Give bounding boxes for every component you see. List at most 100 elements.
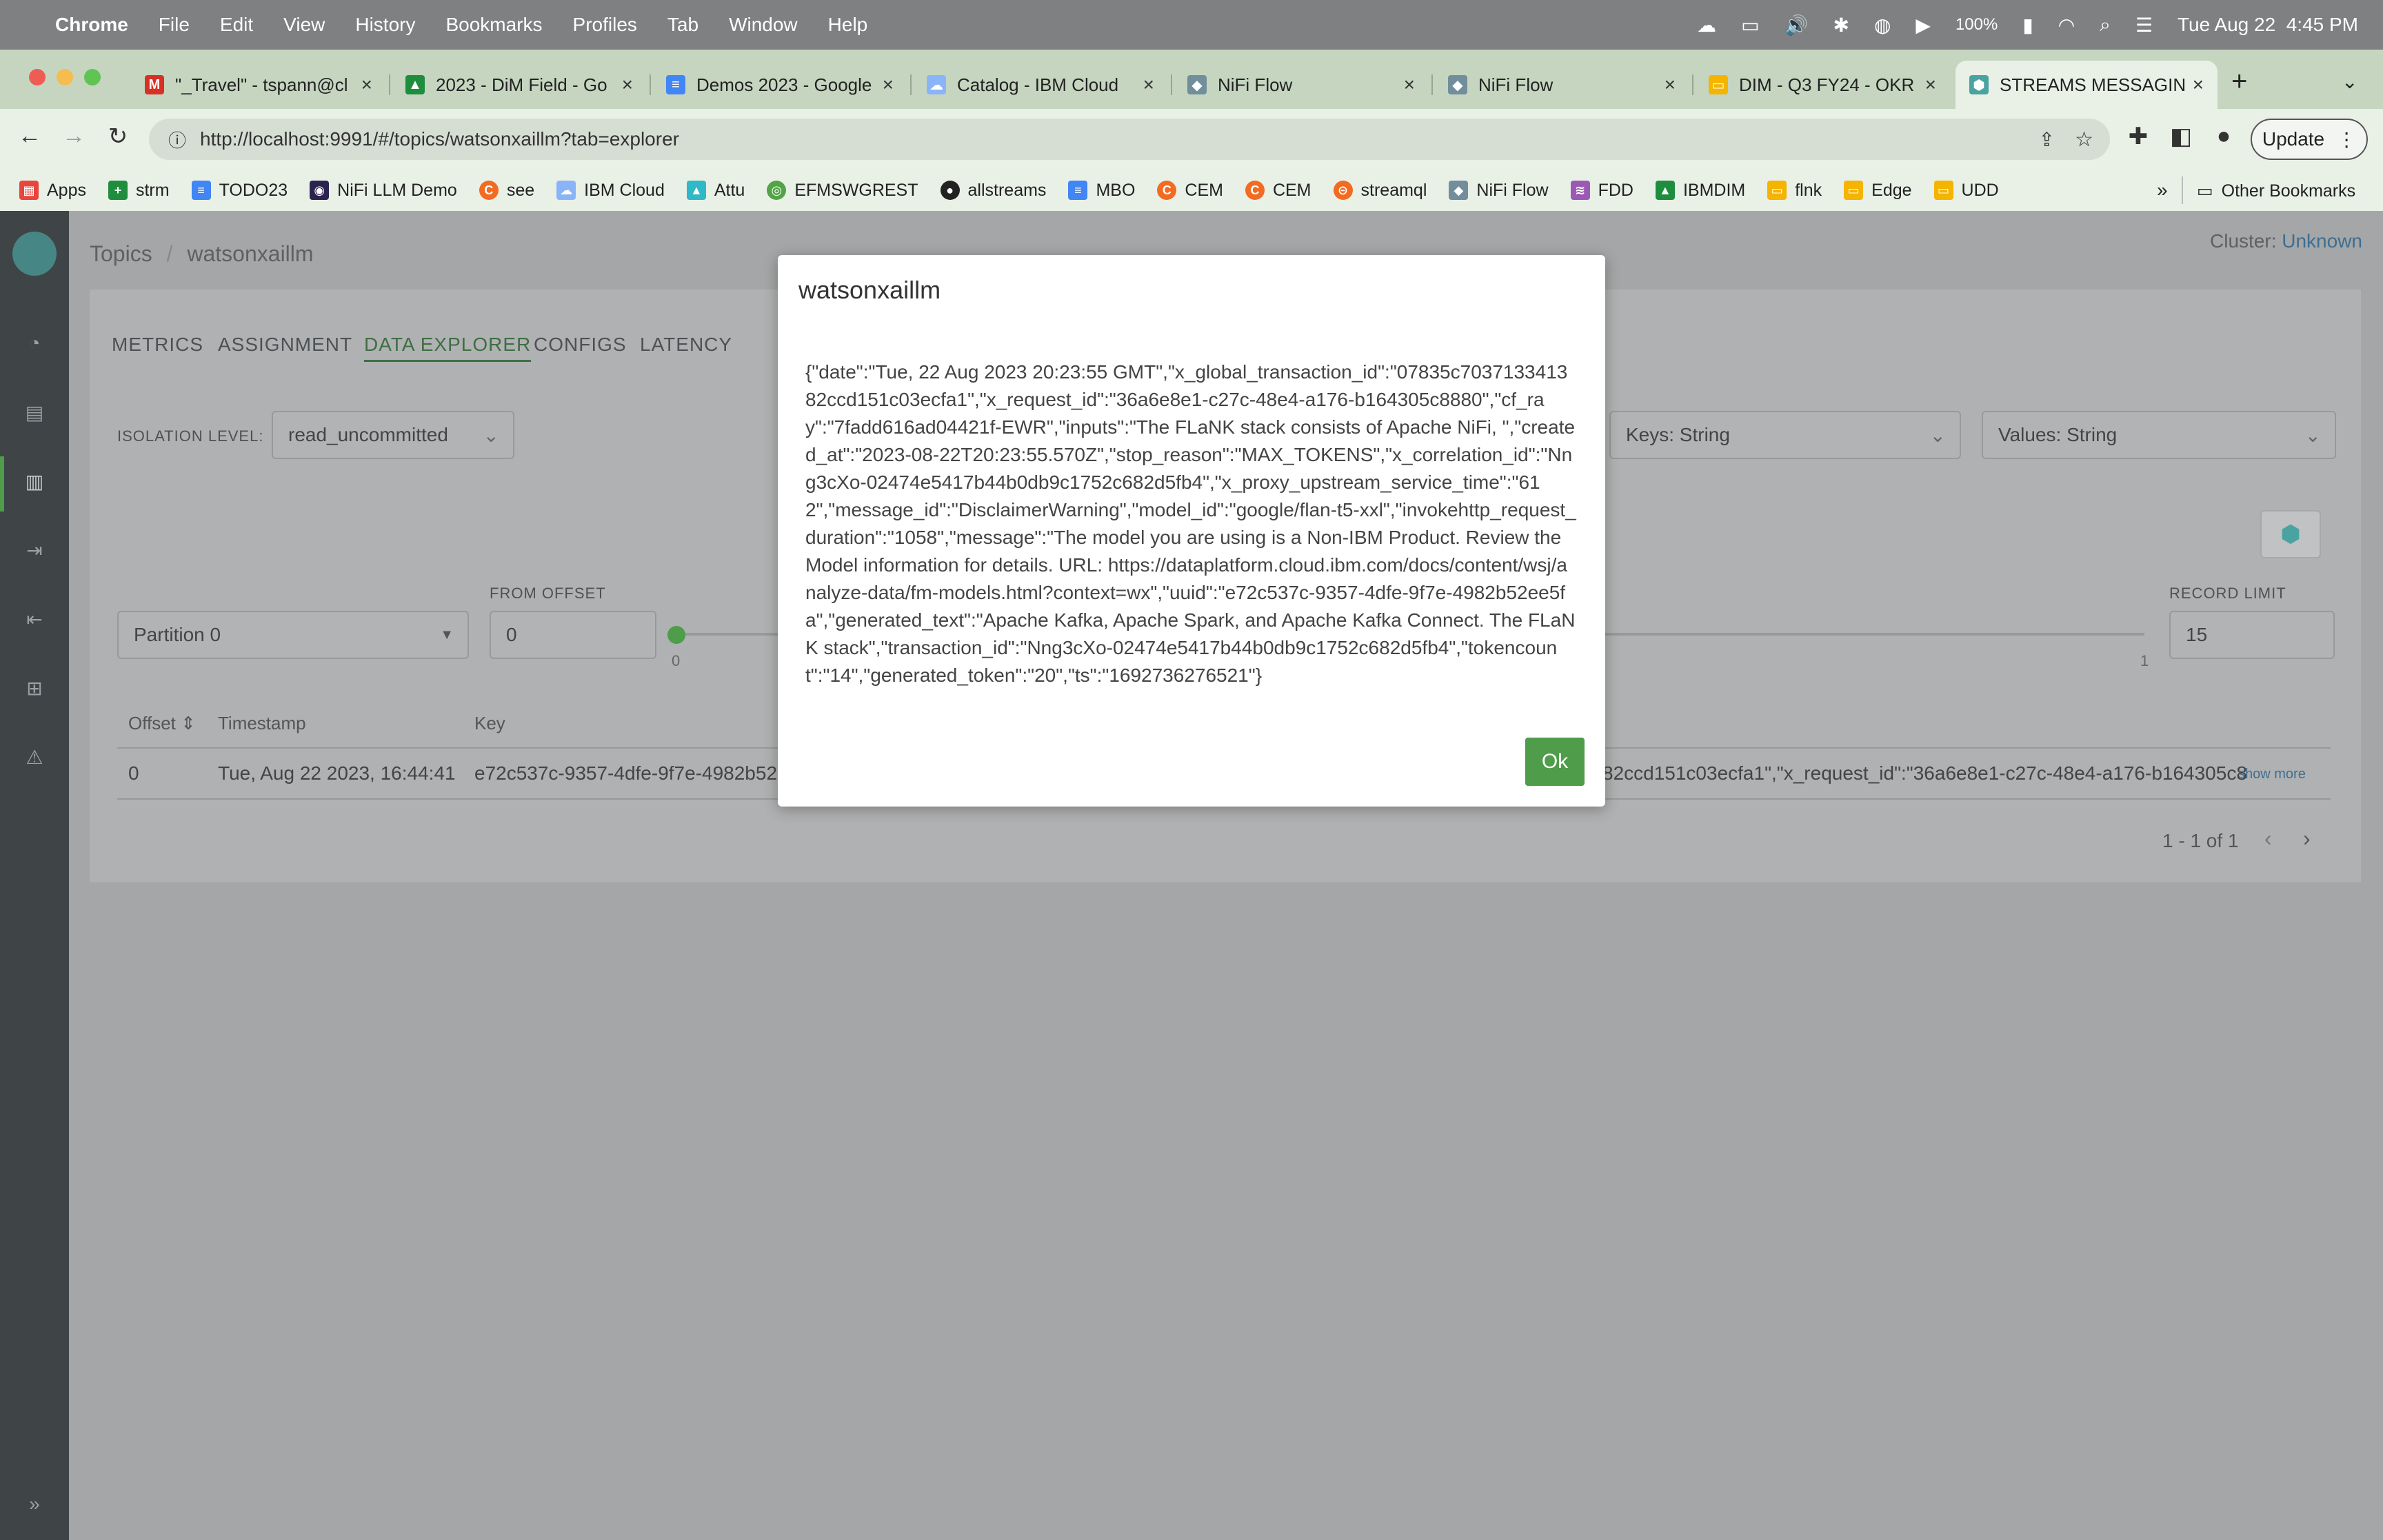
prev-page-icon[interactable]: ‹ — [2264, 826, 2272, 851]
close-tab-icon[interactable]: × — [2193, 74, 2204, 96]
bookmarks-overflow-chevron[interactable]: » — [2157, 179, 2168, 201]
bookmark-item[interactable]: ◉ NiFi LLM Demo — [310, 181, 457, 201]
extensions-icon[interactable]: ✚ — [2121, 123, 2155, 150]
tab-latency[interactable]: LATENCY — [640, 334, 732, 356]
bookmark-item[interactable]: Csee — [479, 181, 534, 201]
weather-icon[interactable]: ☁ — [1697, 14, 1716, 37]
site-info-icon[interactable]: ⓘ — [168, 127, 186, 152]
volume-icon[interactable]: 🔊 — [1784, 14, 1809, 37]
alerts-icon[interactable]: ⚠ — [21, 746, 48, 773]
new-tab-icon[interactable]: + — [2231, 66, 2247, 97]
next-page-icon[interactable]: › — [2303, 826, 2311, 851]
record-limit-input[interactable]: 15 — [2169, 611, 2335, 659]
bookmark-item[interactable]: ▲ Attu — [686, 181, 745, 201]
breadcrumb-topics-link[interactable]: Topics — [90, 241, 152, 266]
overview-icon[interactable]: ▤ — [21, 401, 48, 429]
bookmark-item[interactable]: + strm — [108, 181, 170, 201]
show-more-link[interactable]: show more — [2238, 767, 2306, 782]
bookmark-item[interactable]: ☁ IBM Cloud — [556, 181, 665, 201]
tab-search-chevron-icon[interactable]: ⌄ — [2342, 70, 2357, 93]
play-icon[interactable]: ▶ — [1916, 14, 1931, 37]
tab-data-explorer[interactable]: DATA EXPLORER — [364, 334, 532, 362]
menu-history[interactable]: History — [355, 14, 415, 36]
keys-deserializer-select[interactable]: Keys: String ⌄ — [1609, 411, 1961, 459]
bookmark-item[interactable]: ▭ flnk — [1767, 181, 1822, 201]
partition-select[interactable]: Partition 0 ▼ — [117, 611, 469, 659]
menu-file[interactable]: File — [159, 14, 190, 36]
menu-edit[interactable]: Edit — [220, 14, 253, 36]
globe-icon[interactable]: ◍ — [1874, 14, 1891, 37]
browser-tab[interactable]: ☁ Catalog - IBM Cloud × — [913, 61, 1168, 109]
close-tab-icon[interactable]: × — [1404, 74, 1415, 96]
values-deserializer-select[interactable]: Values: String ⌄ — [1982, 411, 2336, 459]
menu-bookmarks[interactable]: Bookmarks — [445, 14, 542, 36]
close-tab-icon[interactable]: × — [622, 74, 633, 96]
menu-window[interactable]: Window — [729, 14, 798, 36]
control-center-icon[interactable]: ☰ — [2135, 14, 2153, 37]
bookmark-item[interactable]: ≋ FDD — [1570, 181, 1633, 201]
bookmark-item[interactable]: ● allstreams — [940, 181, 1046, 201]
cluster-value-link[interactable]: Unknown — [2282, 230, 2362, 252]
bookmark-item[interactable]: ◆ NiFi Flow — [1449, 181, 1549, 201]
smm-logo-icon[interactable] — [12, 232, 57, 276]
other-bookmarks[interactable]: ▭ Other Bookmarks — [2197, 181, 2355, 201]
offset-slider-handle[interactable] — [667, 626, 685, 644]
browser-tab[interactable]: ▲ 2023 - DiM Field - Go × — [392, 61, 647, 109]
tab-configs[interactable]: CONFIGS — [534, 334, 627, 356]
menu-view[interactable]: View — [283, 14, 325, 36]
browser-tab[interactable]: ≡ Demos 2023 - Google × — [652, 61, 907, 109]
update-button[interactable]: Update ⋮ — [2251, 119, 2368, 160]
bookmark-item[interactable]: ▭ Edge — [1844, 181, 1912, 201]
address-bar[interactable]: ⓘ http://localhost:9991/#/topics/watsonx… — [149, 119, 2110, 160]
bookmark-item[interactable]: ▲ IBMDIM — [1655, 181, 1745, 201]
minimize-window-icon[interactable] — [57, 69, 73, 85]
close-window-icon[interactable] — [29, 69, 46, 85]
browser-tab-active[interactable]: ⬢ STREAMS MESSAGING × — [1955, 61, 2218, 109]
close-tab-icon[interactable]: × — [1665, 74, 1676, 96]
column-offset[interactable]: Offset ⇕ — [128, 713, 196, 734]
bookmark-item[interactable]: ◎ EFMSWGREST — [767, 181, 918, 201]
more-menu-icon[interactable]: ⋮ — [2337, 128, 2356, 151]
menubar-clock[interactable]: Tue Aug 22 4:45 PM — [2178, 14, 2358, 36]
browser-tab[interactable]: ◆ NiFi Flow × — [1174, 61, 1429, 109]
schema-registry-icon[interactable]: ⊞ — [21, 677, 48, 705]
display-icon[interactable]: ▭ — [1741, 14, 1759, 37]
from-offset-input[interactable]: 0 — [490, 611, 656, 659]
browser-tab[interactable]: ◆ NiFi Flow × — [1434, 61, 1689, 109]
reload-icon[interactable]: ↻ — [101, 123, 135, 150]
menu-app-chrome[interactable]: Chrome — [55, 14, 128, 36]
bookmark-item[interactable]: ≡ MBO — [1068, 181, 1135, 201]
bookmark-item[interactable]: ≡ TODO23 — [191, 181, 288, 201]
menu-tab[interactable]: Tab — [667, 14, 698, 36]
dashboard-icon[interactable]: ◔ — [21, 332, 48, 360]
spotlight-search-icon[interactable]: ⌕ — [2100, 14, 2111, 37]
tab-metrics[interactable]: METRICS — [112, 334, 203, 356]
tab-assignment[interactable]: ASSIGNMENT — [218, 334, 352, 356]
close-tab-icon[interactable]: × — [1143, 74, 1154, 96]
close-tab-icon[interactable]: × — [883, 74, 894, 96]
bookmark-star-icon[interactable]: ☆ — [2075, 128, 2093, 152]
sidepanel-icon[interactable]: ◧ — [2164, 123, 2198, 150]
share-icon[interactable]: ⇪ — [2039, 128, 2055, 151]
browser-tab[interactable]: ▭ DIM - Q3 FY24 - OKR × — [1695, 61, 1950, 109]
consumers-icon[interactable]: ⇤ — [21, 608, 48, 636]
zoom-window-icon[interactable] — [84, 69, 101, 85]
ok-button[interactable]: Ok — [1525, 738, 1585, 786]
isolation-level-select[interactable]: read_uncommitted ⌄ — [272, 411, 514, 459]
battery-icon[interactable]: ▮ — [2022, 14, 2033, 37]
bookmark-item[interactable]: C CEM — [1157, 181, 1223, 201]
wifi-icon[interactable]: ◠ — [2058, 14, 2075, 37]
back-icon[interactable]: ← — [12, 123, 47, 150]
expand-sidebar-icon[interactable]: » — [21, 1493, 48, 1521]
browser-tab[interactable]: M "_Travel" - tspann@cl × — [131, 61, 386, 109]
bookmark-item[interactable]: C CEM — [1245, 181, 1311, 201]
profile-avatar-icon[interactable]: ● — [2206, 123, 2241, 150]
schema-cube-icon[interactable]: ⬢ — [2260, 510, 2321, 558]
close-tab-icon[interactable]: × — [361, 74, 372, 96]
menu-profiles[interactable]: Profiles — [573, 14, 637, 36]
topics-database-icon[interactable]: ▥ — [21, 470, 48, 498]
close-tab-icon[interactable]: × — [1925, 74, 1936, 96]
producers-icon[interactable]: ⇥ — [21, 539, 48, 567]
forward-icon[interactable]: → — [57, 123, 91, 150]
bookmark-item[interactable]: ⊝ streamql — [1333, 181, 1427, 201]
